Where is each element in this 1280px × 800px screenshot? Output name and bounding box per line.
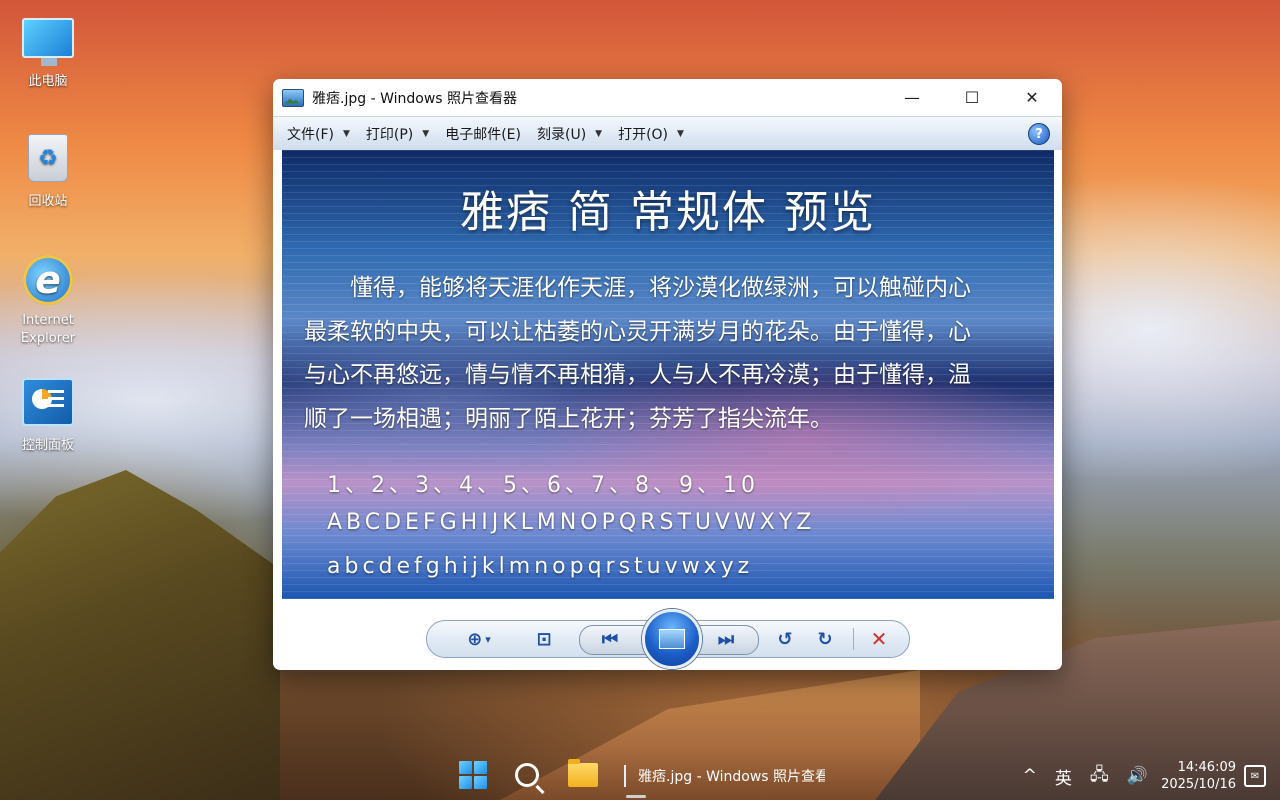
- show-hidden-icons-button[interactable]: ^: [1023, 766, 1037, 786]
- taskbar-app-title: 雅痞.jpg - Windows 照片查看器: [638, 769, 825, 785]
- close-icon: ✕: [1025, 88, 1039, 107]
- previous-button[interactable]: ⏮: [592, 628, 628, 650]
- recycle-bin-icon: ♻: [22, 132, 74, 184]
- rotate-clockwise-button[interactable]: ↻: [813, 628, 837, 650]
- chevron-up-icon: ^: [1022, 766, 1037, 786]
- actual-size-button[interactable]: ⊡: [531, 628, 557, 650]
- file-explorer-button[interactable]: [566, 758, 600, 792]
- photo-lowercase-line: abcdefghijklmnopqrstuvwxyz: [327, 554, 754, 579]
- desktop-icon-this-pc[interactable]: 此电脑: [8, 12, 88, 89]
- photo-uppercase-line: ABCDEFGHIJKLMNOPQRSTUVWXYZ: [327, 510, 816, 535]
- chevron-down-icon: ▼: [677, 129, 684, 139]
- maximize-button[interactable]: ☐: [942, 79, 1002, 116]
- input-method-label: 英: [1054, 768, 1072, 789]
- photo-viewer-app-icon: [282, 88, 304, 107]
- active-app-indicator: [626, 795, 646, 798]
- notification-icon: ✉: [1250, 770, 1260, 782]
- zoom-button[interactable]: ⊕ ▾: [459, 628, 499, 650]
- network-icon: 🖧: [1089, 764, 1109, 785]
- next-icon: ⏭: [717, 628, 735, 650]
- rotate-ccw-icon: ↺: [777, 628, 793, 650]
- rotate-cw-icon: ↻: [817, 628, 833, 650]
- menu-label: 打印(P): [365, 127, 414, 143]
- control-panel-icon: [22, 376, 74, 428]
- clock-date: 2025/10/16: [1161, 777, 1236, 792]
- desktop-icon-label: Internet Explorer: [20, 313, 76, 346]
- menu-burn[interactable]: 刻录(U) ▼: [529, 119, 610, 149]
- close-button[interactable]: ✕: [1002, 79, 1062, 116]
- photo-numbers-line: 1、2、3、4、5、6、7、8、9、10: [327, 473, 759, 498]
- input-method-button[interactable]: 英: [1055, 764, 1072, 789]
- rotate-counterclockwise-button[interactable]: ↺: [773, 628, 797, 650]
- menu-open[interactable]: 打开(O) ▼: [610, 119, 692, 149]
- zoom-icon: ⊕: [467, 628, 483, 650]
- chevron-down-icon: ▼: [342, 129, 350, 139]
- desktop-icon-label: 控制面板: [21, 438, 74, 453]
- search-icon: [515, 763, 539, 787]
- displayed-photo: 雅痞 简 常规体 预览 懂得，能够将天涯化作天涯，将沙漠化做绿洲，可以触碰内心 …: [282, 150, 1054, 599]
- clock[interactable]: 14:46:09 2025/10/16: [1161, 759, 1236, 793]
- folder-icon: [568, 759, 598, 787]
- computer-icon: [22, 12, 74, 66]
- taskbar: 雅痞.jpg - Windows 照片查看器 ^ 英 🖧 🔊 14:46:09 …: [0, 752, 1280, 800]
- previous-icon: ⏮: [601, 628, 619, 650]
- slideshow-icon: [659, 629, 685, 649]
- fit-to-window-icon: ⊡: [536, 628, 552, 650]
- mountain-ridge-decoration: [0, 470, 280, 800]
- photo-paragraph-line: 与心不再悠远，情与情不再相猜，人与人不再冷漠；由于懂得，温: [304, 362, 971, 388]
- maximize-icon: ☐: [964, 88, 980, 107]
- next-button[interactable]: ⏭: [708, 628, 744, 650]
- desktop: 此电脑 ♻ 回收站 e Internet Explorer 控制面板 雅痞.jp…: [0, 0, 1280, 800]
- help-button[interactable]: ?: [1028, 123, 1050, 145]
- photo-viewer-window: 雅痞.jpg - Windows 照片查看器 — ☐ ✕ 文件(F) ▼ 打印(…: [273, 79, 1062, 670]
- volume-icon: 🔊: [1126, 766, 1149, 786]
- volume-button[interactable]: 🔊: [1127, 766, 1148, 786]
- menu-email[interactable]: 电子邮件(E): [437, 119, 529, 149]
- photo-viewer-app-icon: [624, 765, 626, 787]
- photo-paragraph-line: 懂得，能够将天涯化作天涯，将沙漠化做绿洲，可以触碰内心: [304, 275, 971, 301]
- help-icon: ?: [1035, 126, 1043, 142]
- menu-label: 打开(O): [618, 127, 669, 143]
- menu-file[interactable]: 文件(F) ▼: [279, 119, 358, 149]
- start-button[interactable]: [456, 758, 490, 792]
- menu-label: 刻录(U): [536, 127, 587, 143]
- window-title: 雅痞.jpg - Windows 照片查看器: [312, 90, 518, 107]
- notification-center-button[interactable]: ✉: [1244, 765, 1266, 787]
- slideshow-button[interactable]: [642, 609, 702, 669]
- clock-time: 14:46:09: [1177, 760, 1236, 775]
- system-tray: ^ 英 🖧 🔊 14:46:09 2025/10/16 ✉: [1014, 752, 1280, 800]
- chevron-down-icon: ▼: [595, 129, 603, 139]
- title-bar[interactable]: 雅痞.jpg - Windows 照片查看器 — ☐ ✕: [273, 79, 1062, 116]
- minimize-button[interactable]: —: [882, 79, 942, 116]
- chevron-down-icon: ▾: [485, 632, 491, 646]
- menu-bar: 文件(F) ▼ 打印(P) ▼ 电子邮件(E) 刻录(U) ▼ 打开(O) ▼ …: [273, 116, 1062, 152]
- menu-label: 电子邮件(E): [445, 127, 521, 143]
- taskbar-app-photo-viewer[interactable]: 雅痞.jpg - Windows 照片查看器: [620, 758, 825, 794]
- image-view-area: 雅痞 简 常规体 预览 懂得，能够将天涯化作天涯，将沙漠化做绿洲，可以触碰内心 …: [273, 150, 1062, 600]
- minimize-icon: —: [904, 88, 920, 107]
- network-button[interactable]: 🖧: [1090, 762, 1109, 791]
- desktop-icon-label: 回收站: [28, 194, 68, 209]
- delete-icon: ✕: [870, 627, 888, 651]
- desktop-icon-label: 此电脑: [28, 74, 68, 89]
- photo-paragraph: 懂得，能够将天涯化作天涯，将沙漠化做绿洲，可以触碰内心 最柔软的中央，可以让枯萎…: [304, 267, 1034, 441]
- photo-paragraph-line: 顺了一场相遇；明丽了陌上花开；芬芳了指尖流年。: [304, 405, 833, 432]
- menu-print[interactable]: 打印(P) ▼: [358, 119, 437, 149]
- photo-paragraph-line: 最柔软的中央，可以让枯萎的心灵开满岁月的花朵。由于懂得，心: [304, 318, 971, 345]
- search-button[interactable]: [510, 758, 544, 792]
- toolbar-divider: [853, 628, 854, 650]
- photo-title-text: 雅痞 简 常规体 预览: [460, 187, 876, 238]
- internet-explorer-icon: e: [22, 254, 74, 306]
- chevron-down-icon: ▼: [422, 129, 430, 139]
- desktop-icon-control-panel[interactable]: 控制面板: [8, 376, 88, 453]
- menu-label: 文件(F): [287, 127, 334, 143]
- delete-button[interactable]: ✕: [867, 627, 891, 651]
- viewer-toolbar: ⊕ ▾ ⊡ ⏮ ⏭ ↺ ↻ ✕: [426, 609, 910, 669]
- windows-logo-icon: [459, 761, 487, 789]
- desktop-icon-recycle-bin[interactable]: ♻ 回收站: [8, 132, 88, 209]
- desktop-icon-internet-explorer[interactable]: e Internet Explorer: [8, 254, 88, 348]
